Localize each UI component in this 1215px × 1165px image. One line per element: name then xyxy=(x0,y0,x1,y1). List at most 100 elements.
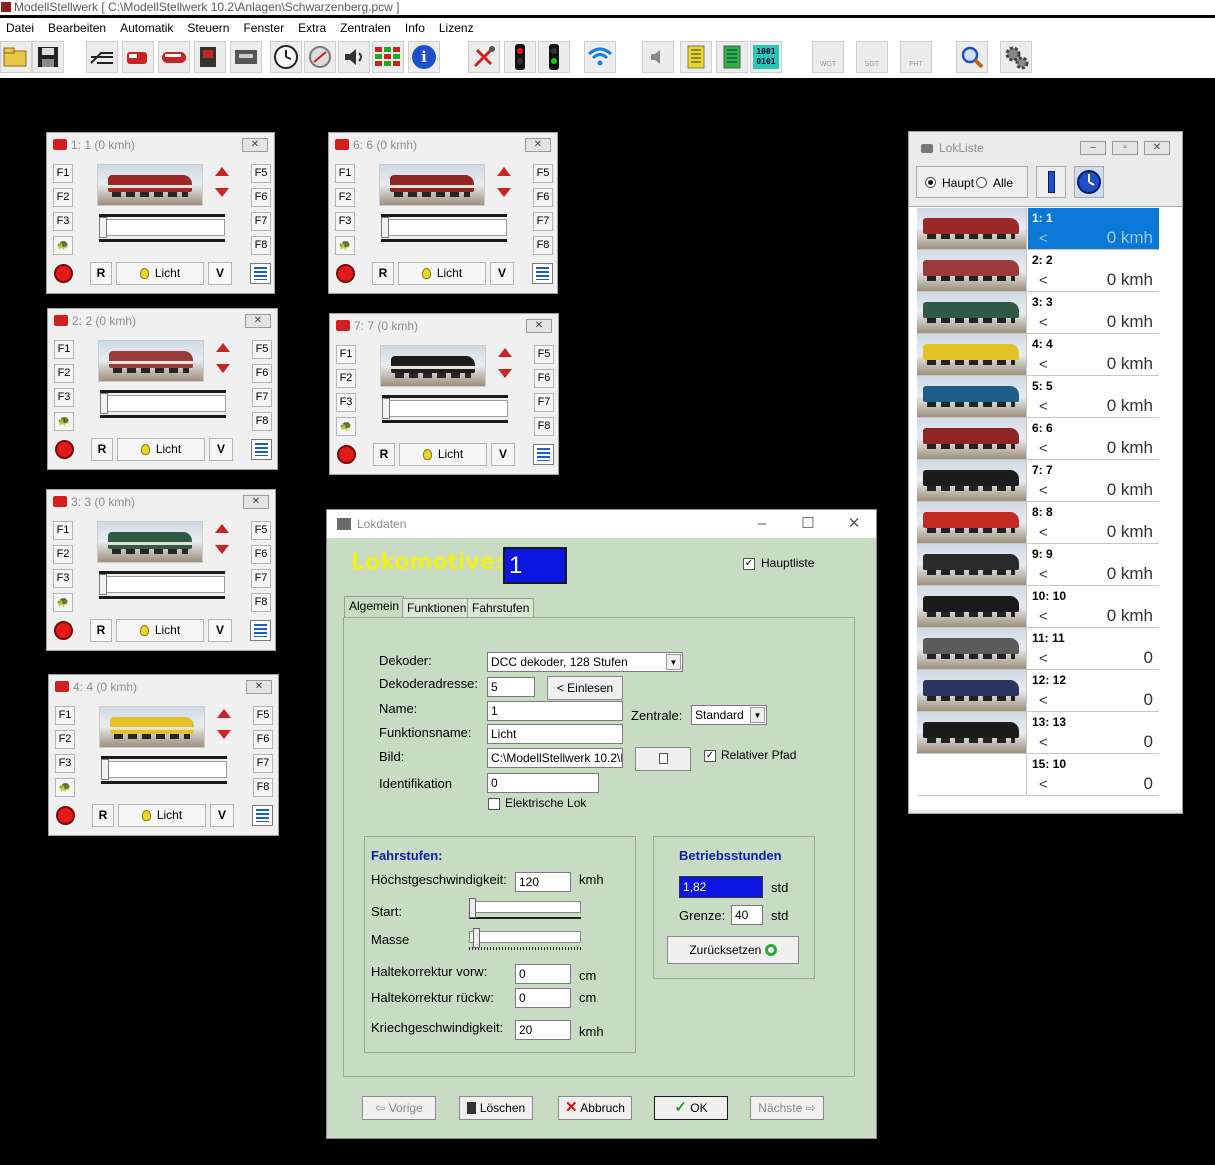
turtle-icon[interactable]: 🐢 xyxy=(53,593,73,612)
radio-alle[interactable] xyxy=(976,177,987,188)
minimize-button[interactable]: – xyxy=(740,510,784,538)
fht-icon[interactable]: FHT xyxy=(900,41,932,73)
signal-green-icon[interactable] xyxy=(538,41,570,73)
wifi-icon[interactable] xyxy=(584,41,616,73)
dekoder-select[interactable]: DCC dekoder, 128 Stufen ▼ xyxy=(487,652,683,672)
list-view-button[interactable] xyxy=(1036,166,1066,198)
function-button-f6[interactable]: F6 xyxy=(251,545,271,564)
haltekorrektur-vorw-input[interactable]: 0 xyxy=(515,964,571,984)
panel-icon[interactable] xyxy=(230,41,262,73)
module-yellow-icon[interactable] xyxy=(680,41,712,73)
stop-button[interactable] xyxy=(336,264,355,283)
wgt-icon[interactable]: WGT xyxy=(812,41,844,73)
function-button-f2[interactable]: F2 xyxy=(336,369,356,388)
close-button[interactable]: ✕ xyxy=(243,495,269,509)
info-icon[interactable]: i xyxy=(408,41,440,73)
train-icon[interactable] xyxy=(158,41,190,73)
einlesen-button[interactable]: < Einlesen xyxy=(547,676,623,700)
turtle-icon[interactable]: 🐢 xyxy=(55,778,75,797)
reverse-button[interactable]: R xyxy=(90,262,112,285)
vorwaerts-button[interactable]: V xyxy=(208,262,232,285)
vorwaerts-button[interactable]: V xyxy=(209,438,233,461)
speed-slider[interactable] xyxy=(100,395,226,412)
stop-button[interactable] xyxy=(54,264,73,283)
vorwaerts-button[interactable]: V xyxy=(490,262,514,285)
loco-list-row[interactable]: 1: 1 <0 kmh xyxy=(917,208,1159,250)
speed-slider-thumb[interactable] xyxy=(99,574,107,595)
vorige-button[interactable]: ⇦ Vorige xyxy=(362,1096,436,1120)
function-button-f6[interactable]: F6 xyxy=(251,188,271,207)
backward-arrow-icon[interactable] xyxy=(498,369,512,378)
hoechstgeschwindigkeit-input[interactable]: 120 xyxy=(515,872,571,892)
browse-file-button[interactable] xyxy=(635,747,691,771)
loco-list-row[interactable]: 4: 4 <0 kmh xyxy=(917,334,1159,376)
list-icon[interactable] xyxy=(251,439,272,460)
speed-slider[interactable] xyxy=(101,761,227,778)
function-button-f1[interactable]: F1 xyxy=(53,521,73,540)
function-button-f8[interactable]: F8 xyxy=(253,778,273,797)
close-button[interactable]: ✕ xyxy=(525,138,551,152)
backward-arrow-icon[interactable] xyxy=(497,188,511,197)
loco-list-row[interactable]: 15: 10 <0 xyxy=(917,754,1159,796)
loco-list-row[interactable]: 13: 13 <0 xyxy=(917,712,1159,754)
gear-icon[interactable] xyxy=(1000,41,1032,73)
loco-list-row[interactable]: 5: 5 <0 kmh xyxy=(917,376,1159,418)
menu-bearbeiten[interactable]: Bearbeiten xyxy=(42,18,114,38)
start-slider-thumb[interactable] xyxy=(469,898,476,918)
minimize-button[interactable]: – xyxy=(1080,141,1106,155)
function-button-f7[interactable]: F7 xyxy=(534,393,554,412)
close-button[interactable]: ✕ xyxy=(246,680,272,694)
menu-zentralen[interactable]: Zentralen xyxy=(334,18,399,38)
radio-haupt[interactable] xyxy=(925,177,936,188)
save-icon[interactable] xyxy=(32,41,64,73)
module-green-icon[interactable] xyxy=(716,41,748,73)
signal-red-icon[interactable] xyxy=(504,41,536,73)
function-button-f5[interactable]: F5 xyxy=(252,340,272,359)
function-button-f1[interactable]: F1 xyxy=(55,706,75,725)
list-icon[interactable] xyxy=(533,444,554,465)
reverse-button[interactable]: R xyxy=(91,438,113,461)
close-button[interactable]: ✕ xyxy=(526,319,552,333)
speaker-icon[interactable] xyxy=(642,41,674,73)
function-button-f7[interactable]: F7 xyxy=(251,569,271,588)
function-button-f3[interactable]: F3 xyxy=(335,212,355,231)
stop-button[interactable] xyxy=(337,445,356,464)
menu-extra[interactable]: Extra xyxy=(292,18,334,38)
stop-button[interactable] xyxy=(54,621,73,640)
function-button-f7[interactable]: F7 xyxy=(251,212,271,231)
grenze-input[interactable]: 40 xyxy=(731,905,763,925)
tab-algemein[interactable]: Algemein xyxy=(344,596,405,618)
loco-list-icon[interactable] xyxy=(194,41,226,73)
identifikation-input[interactable]: 0 xyxy=(487,773,599,793)
elektrische-lok-checkbox[interactable] xyxy=(488,798,500,810)
function-button-f1[interactable]: F1 xyxy=(53,164,73,183)
bild-input[interactable]: C:\ModellStellwerk 10.2\Lo xyxy=(487,748,623,768)
sgt-icon[interactable]: SGT xyxy=(856,41,888,73)
grid-icon[interactable] xyxy=(372,41,404,73)
function-button-f6[interactable]: F6 xyxy=(253,730,273,749)
funktionsname-input[interactable]: Licht xyxy=(487,724,623,744)
turtle-icon[interactable]: 🐢 xyxy=(53,236,73,255)
function-button-f6[interactable]: F6 xyxy=(534,369,554,388)
loco-icon[interactable] xyxy=(122,41,154,73)
speed-slider-thumb[interactable] xyxy=(382,398,390,419)
binary-icon[interactable]: 1001 0101 xyxy=(750,41,782,73)
reverse-button[interactable]: R xyxy=(373,443,395,466)
function-button-f2[interactable]: F2 xyxy=(53,545,73,564)
close-button[interactable]: ✕ xyxy=(242,138,268,152)
kriechgeschwindigkeit-input[interactable]: 20 xyxy=(515,1020,571,1040)
loco-number-field[interactable]: 1 xyxy=(503,547,567,584)
licht-button[interactable]: Licht xyxy=(398,262,486,285)
settings-tools-icon[interactable] xyxy=(468,41,500,73)
reverse-button[interactable]: R xyxy=(92,804,114,827)
function-button-f1[interactable]: F1 xyxy=(336,345,356,364)
maximize-button[interactable]: ☐ xyxy=(786,510,830,538)
function-button-f3[interactable]: F3 xyxy=(53,569,73,588)
speed-slider-thumb[interactable] xyxy=(381,217,389,238)
forward-arrow-icon[interactable] xyxy=(216,343,230,352)
vorwaerts-button[interactable]: V xyxy=(208,619,232,642)
function-button-f8[interactable]: F8 xyxy=(533,236,553,255)
function-button-f2[interactable]: F2 xyxy=(54,364,74,383)
function-button-f2[interactable]: F2 xyxy=(55,730,75,749)
backward-arrow-icon[interactable] xyxy=(216,364,230,373)
